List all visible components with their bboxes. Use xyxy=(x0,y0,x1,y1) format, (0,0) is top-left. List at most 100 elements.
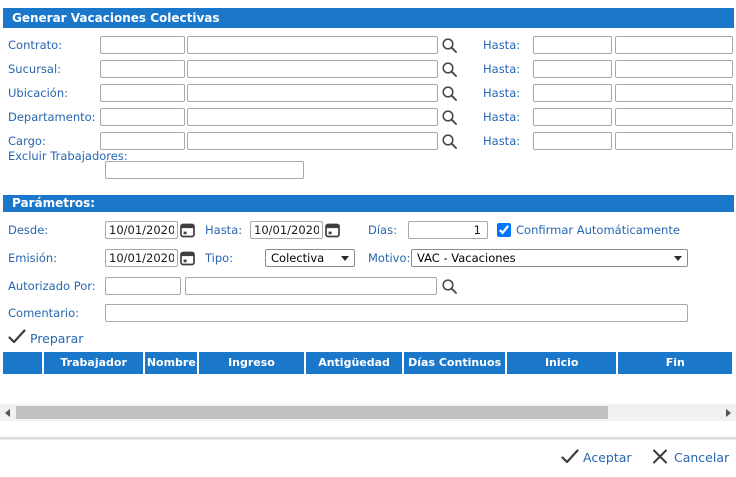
search-icon[interactable] xyxy=(441,85,458,102)
dias-input[interactable] xyxy=(408,221,488,239)
contrato-hasta-description-input[interactable] xyxy=(615,36,733,54)
search-icon[interactable] xyxy=(441,61,458,78)
departamento-row: Departamento: Hasta: xyxy=(0,108,736,128)
tipo-selected-value: Colectiva xyxy=(271,251,324,265)
emision-date-input[interactable] xyxy=(105,249,178,267)
preparar-label: Preparar xyxy=(30,331,83,346)
chevron-down-icon xyxy=(674,256,682,261)
column-header-inicio[interactable]: Inicio xyxy=(507,352,619,374)
window-title-bar: Generar Vacaciones Colectivas xyxy=(3,8,734,28)
search-icon[interactable] xyxy=(441,37,458,54)
cargo-hasta-code-input[interactable] xyxy=(533,132,612,150)
column-header-selector xyxy=(3,352,44,374)
check-icon xyxy=(561,449,579,467)
cargo-hasta-label: Hasta: xyxy=(483,134,520,148)
sucursal-label: Sucursal: xyxy=(8,62,61,76)
departamento-hasta-label: Hasta: xyxy=(483,110,520,124)
sucursal-code-input[interactable] xyxy=(100,60,185,78)
comentario-input[interactable] xyxy=(105,304,688,322)
cargo-hasta-description-input[interactable] xyxy=(615,132,733,150)
page-title: Generar Vacaciones Colectivas xyxy=(12,11,220,25)
calendar-icon[interactable] xyxy=(325,222,340,241)
ubicacion-description-input[interactable] xyxy=(187,84,438,102)
departamento-hasta-description-input[interactable] xyxy=(615,108,733,126)
departamento-hasta-code-input[interactable] xyxy=(533,108,612,126)
contrato-hasta-code-input[interactable] xyxy=(533,36,612,54)
desde-row: Desde: Hasta: Días: Confirmar Automática… xyxy=(0,221,736,241)
sucursal-description-input[interactable] xyxy=(187,60,438,78)
aceptar-button[interactable]: Aceptar xyxy=(561,447,633,467)
ubicacion-label: Ubicación: xyxy=(8,86,68,100)
autorizado-por-label: Autorizado Por: xyxy=(8,279,96,293)
ubicacion-code-input[interactable] xyxy=(100,84,185,102)
calendar-icon[interactable] xyxy=(180,250,195,269)
table-header: Trabajador Nombre Ingreso Antigüedad Día… xyxy=(3,352,734,374)
departamento-label: Departamento: xyxy=(8,110,96,124)
search-icon[interactable] xyxy=(441,278,458,295)
excluir-trabajadores-label: Excluir Trabajadores: xyxy=(8,150,100,163)
autorizado-row: Autorizado Por: xyxy=(0,277,736,297)
sucursal-hasta-label: Hasta: xyxy=(483,62,520,76)
ubicacion-hasta-description-input[interactable] xyxy=(615,84,733,102)
horizontal-scrollbar[interactable] xyxy=(0,404,736,421)
motivo-selected-value: VAC - Vacaciones xyxy=(417,251,516,265)
cargo-label: Cargo: xyxy=(8,134,46,148)
contrato-label: Contrato: xyxy=(8,38,62,52)
emision-row: Emisión: Tipo: Colectiva Motivo: VAC - V… xyxy=(0,249,736,269)
search-icon[interactable] xyxy=(441,133,458,150)
calendar-icon[interactable] xyxy=(180,222,195,241)
autorizado-code-input[interactable] xyxy=(105,277,181,295)
comentario-row: Comentario: xyxy=(0,304,736,324)
sucursal-hasta-code-input[interactable] xyxy=(533,60,612,78)
comentario-label: Comentario: xyxy=(8,306,79,320)
column-header-antiguedad[interactable]: Antigüedad xyxy=(306,352,405,374)
contrato-code-input[interactable] xyxy=(100,36,185,54)
triangle-left-icon xyxy=(5,409,10,417)
close-icon xyxy=(652,449,668,467)
departamento-code-input[interactable] xyxy=(100,108,185,126)
excluir-trabajadores-input[interactable] xyxy=(105,161,304,179)
confirmar-automaticamente-checkbox[interactable] xyxy=(497,223,511,237)
search-icon[interactable] xyxy=(441,109,458,126)
contrato-row: Contrato: Hasta: xyxy=(0,36,736,56)
departamento-description-input[interactable] xyxy=(187,108,438,126)
cancelar-button[interactable]: Cancelar xyxy=(652,447,724,467)
ubicacion-hasta-label: Hasta: xyxy=(483,86,520,100)
check-icon xyxy=(8,329,26,344)
desde-label: Desde: xyxy=(8,223,48,237)
scroll-right-button[interactable] xyxy=(721,404,736,421)
desde-date-input[interactable] xyxy=(105,221,178,239)
scrollbar-thumb[interactable] xyxy=(16,406,608,419)
aceptar-label: Aceptar xyxy=(583,450,632,465)
preparar-button[interactable]: Preparar xyxy=(8,329,26,347)
hasta-date-input[interactable] xyxy=(250,221,323,239)
tipo-label: Tipo: xyxy=(205,251,233,265)
cancelar-label: Cancelar xyxy=(674,450,729,465)
cargo-description-input[interactable] xyxy=(187,132,438,150)
column-header-dias-continuos[interactable]: Días Continuos xyxy=(404,352,507,374)
ubicacion-row: Ubicación: Hasta: xyxy=(0,84,736,104)
sucursal-row: Sucursal: Hasta: xyxy=(0,60,736,80)
autorizado-description-input[interactable] xyxy=(185,277,437,295)
contrato-hasta-label: Hasta: xyxy=(483,38,520,52)
footer-divider xyxy=(0,436,736,440)
sucursal-hasta-description-input[interactable] xyxy=(615,60,733,78)
tipo-select[interactable]: Colectiva xyxy=(265,249,355,267)
triangle-right-icon xyxy=(726,409,731,417)
column-header-trabajador[interactable]: Trabajador xyxy=(44,352,146,374)
emision-label: Emisión: xyxy=(8,251,57,265)
motivo-select[interactable]: VAC - Vacaciones xyxy=(411,249,688,267)
hasta-label: Hasta: xyxy=(205,223,242,237)
dias-label: Días: xyxy=(368,223,397,237)
motivo-label: Motivo: xyxy=(368,251,410,265)
contrato-description-input[interactable] xyxy=(187,36,438,54)
chevron-down-icon xyxy=(341,256,349,261)
column-header-ingreso[interactable]: Ingreso xyxy=(199,352,306,374)
cargo-code-input[interactable] xyxy=(100,132,185,150)
column-header-fin[interactable]: Fin xyxy=(618,352,734,374)
parametros-section-bar: Parámetros: xyxy=(3,195,734,212)
ubicacion-hasta-code-input[interactable] xyxy=(533,84,612,102)
scroll-left-button[interactable] xyxy=(0,404,15,421)
confirmar-automaticamente-label: Confirmar Automáticamente xyxy=(516,223,680,237)
column-header-nombre[interactable]: Nombre xyxy=(145,352,199,374)
